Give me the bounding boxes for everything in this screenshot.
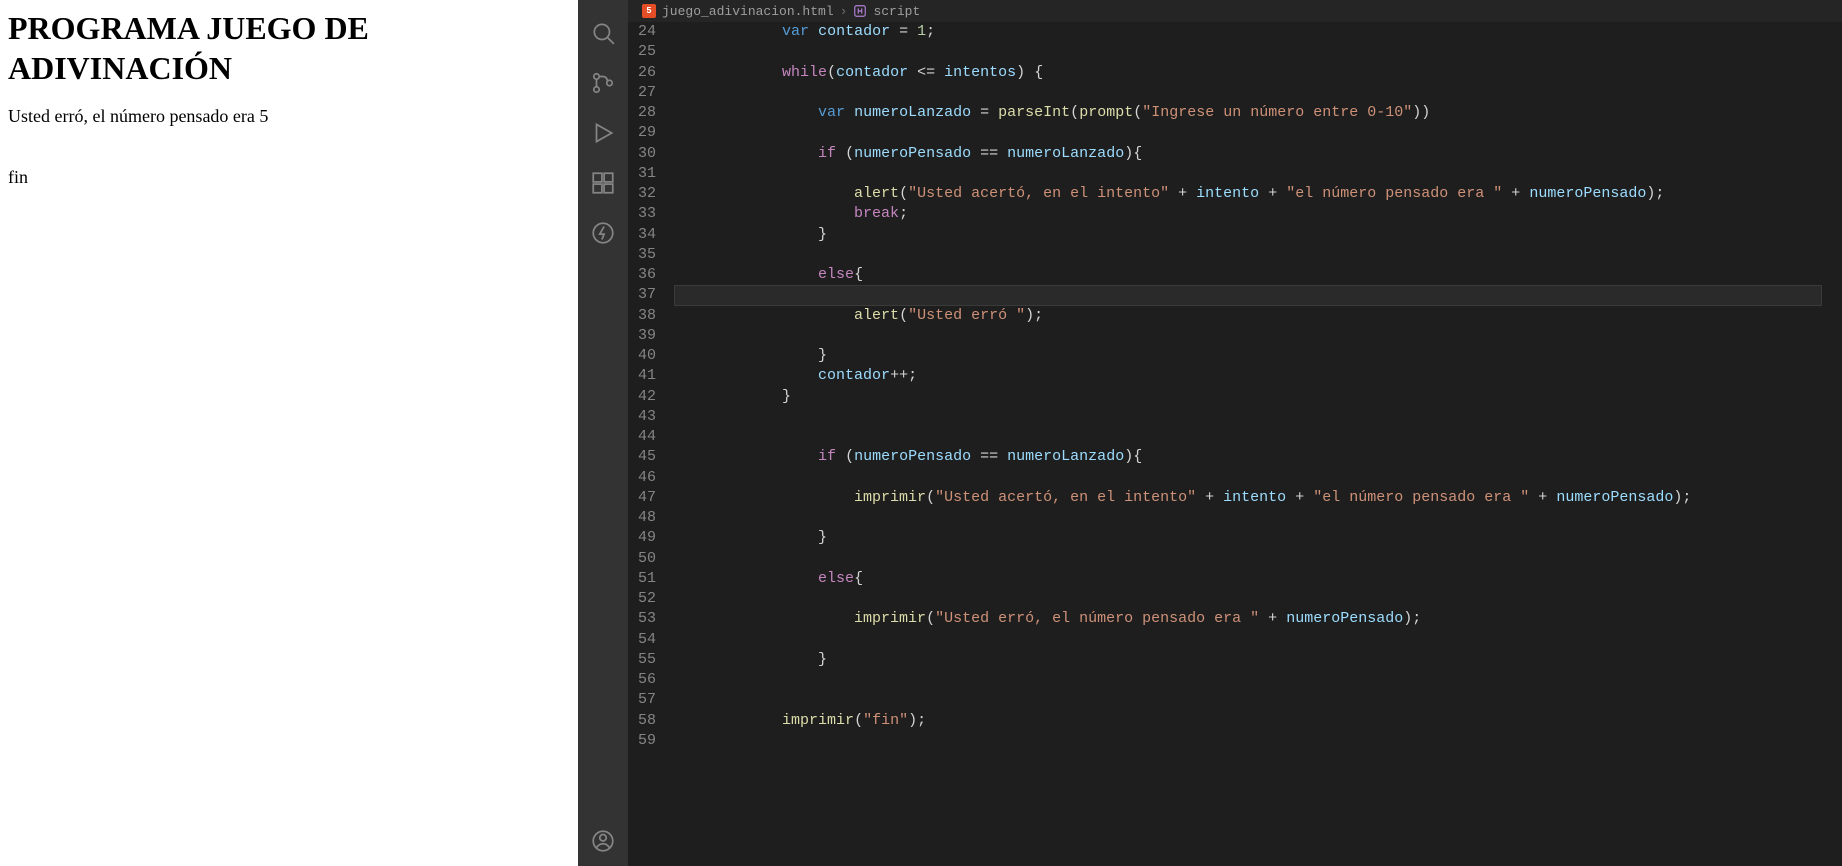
extensions-icon[interactable] (578, 158, 628, 208)
line-number: 34 (638, 225, 656, 245)
code-editor[interactable]: 2425262728293031323334353637383940414243… (628, 22, 1842, 866)
code-line[interactable] (674, 407, 1822, 427)
code-line[interactable]: var contador = 1; (674, 22, 1822, 42)
code-line[interactable]: } (674, 528, 1822, 548)
code-line[interactable]: alert("Usted erró "); (674, 306, 1822, 326)
code-line[interactable] (674, 245, 1822, 265)
line-number: 32 (638, 184, 656, 204)
code-line[interactable]: break; (674, 204, 1822, 224)
line-number: 49 (638, 528, 656, 548)
code-line[interactable] (674, 285, 1822, 305)
line-number: 59 (638, 731, 656, 751)
line-number: 40 (638, 346, 656, 366)
code-line[interactable]: } (674, 225, 1822, 245)
code-line[interactable]: while(contador <= intentos) { (674, 63, 1822, 83)
line-number: 27 (638, 83, 656, 103)
line-number: 52 (638, 589, 656, 609)
script-symbol-icon (853, 4, 867, 18)
code-line[interactable]: alert("Usted acertó, en el intento" + in… (674, 184, 1822, 204)
line-number-gutter: 2425262728293031323334353637383940414243… (628, 22, 674, 866)
line-number: 57 (638, 690, 656, 710)
line-number: 42 (638, 387, 656, 407)
line-number: 43 (638, 407, 656, 427)
code-line[interactable] (674, 427, 1822, 447)
code-content[interactable]: var contador = 1; while(contador <= inte… (674, 22, 1842, 866)
code-line[interactable] (674, 670, 1822, 690)
code-line[interactable] (674, 468, 1822, 488)
browser-output-pane: PROGRAMA JUEGO DE ADIVINACIÓN Usted erró… (0, 0, 578, 866)
line-number: 41 (638, 366, 656, 386)
code-line[interactable] (674, 731, 1822, 751)
line-number: 46 (638, 468, 656, 488)
line-number: 51 (638, 569, 656, 589)
code-line[interactable] (674, 326, 1822, 346)
editor-group: 5 juego_adivinacion.html › script 242526… (628, 0, 1842, 866)
line-number: 48 (638, 508, 656, 528)
line-number: 54 (638, 630, 656, 650)
code-line[interactable] (674, 690, 1822, 710)
line-number: 30 (638, 144, 656, 164)
line-number: 36 (638, 265, 656, 285)
line-number: 33 (638, 204, 656, 224)
source-control-icon[interactable] (578, 58, 628, 108)
code-line[interactable] (674, 549, 1822, 569)
line-number: 25 (638, 42, 656, 62)
code-line[interactable] (674, 508, 1822, 528)
code-line[interactable]: contador++; (674, 366, 1822, 386)
line-number: 55 (638, 650, 656, 670)
breadcrumb[interactable]: 5 juego_adivinacion.html › script (628, 0, 1842, 22)
line-number: 37 (638, 285, 656, 305)
code-line[interactable]: imprimir("fin"); (674, 711, 1822, 731)
breadcrumb-symbol: script (873, 4, 920, 19)
line-number: 39 (638, 326, 656, 346)
line-number: 58 (638, 711, 656, 731)
line-number: 53 (638, 609, 656, 629)
line-number: 47 (638, 488, 656, 508)
run-debug-icon[interactable] (578, 108, 628, 158)
code-line[interactable] (674, 42, 1822, 62)
line-number: 50 (638, 549, 656, 569)
breadcrumb-file: juego_adivinacion.html (662, 4, 834, 19)
chevron-right-icon: › (840, 4, 848, 19)
page-title: PROGRAMA JUEGO DE ADIVINACIÓN (8, 8, 570, 88)
code-line[interactable]: } (674, 346, 1822, 366)
code-line[interactable]: if (numeroPensado == numeroLanzado){ (674, 447, 1822, 467)
html-file-icon: 5 (642, 4, 656, 18)
code-line[interactable] (674, 164, 1822, 184)
search-icon[interactable] (578, 8, 628, 58)
code-line[interactable]: } (674, 650, 1822, 670)
code-line[interactable]: if (numeroPensado == numeroLanzado){ (674, 144, 1822, 164)
line-number: 28 (638, 103, 656, 123)
code-line[interactable]: } (674, 387, 1822, 407)
line-number: 38 (638, 306, 656, 326)
code-line[interactable]: imprimir("Usted acertó, en el intento" +… (674, 488, 1822, 508)
code-line[interactable]: var numeroLanzado = parseInt(prompt("Ing… (674, 103, 1822, 123)
line-number: 26 (638, 63, 656, 83)
vscode-window: 5 juego_adivinacion.html › script 242526… (578, 0, 1842, 866)
output-line-1: Usted erró, el número pensado era 5 (8, 106, 570, 127)
code-line[interactable] (674, 589, 1822, 609)
code-line[interactable]: else{ (674, 265, 1822, 285)
line-number: 44 (638, 427, 656, 447)
line-number: 31 (638, 164, 656, 184)
code-line[interactable]: imprimir("Usted erró, el número pensado … (674, 609, 1822, 629)
thunder-icon[interactable] (578, 208, 628, 258)
code-line[interactable] (674, 83, 1822, 103)
code-line[interactable]: else{ (674, 569, 1822, 589)
activity-bar (578, 0, 628, 866)
account-icon[interactable] (578, 816, 628, 866)
line-number: 29 (638, 123, 656, 143)
line-number: 35 (638, 245, 656, 265)
line-number: 56 (638, 670, 656, 690)
output-line-2: fin (8, 167, 570, 188)
code-line[interactable] (674, 123, 1822, 143)
line-number: 24 (638, 22, 656, 42)
line-number: 45 (638, 447, 656, 467)
code-line[interactable] (674, 630, 1822, 650)
